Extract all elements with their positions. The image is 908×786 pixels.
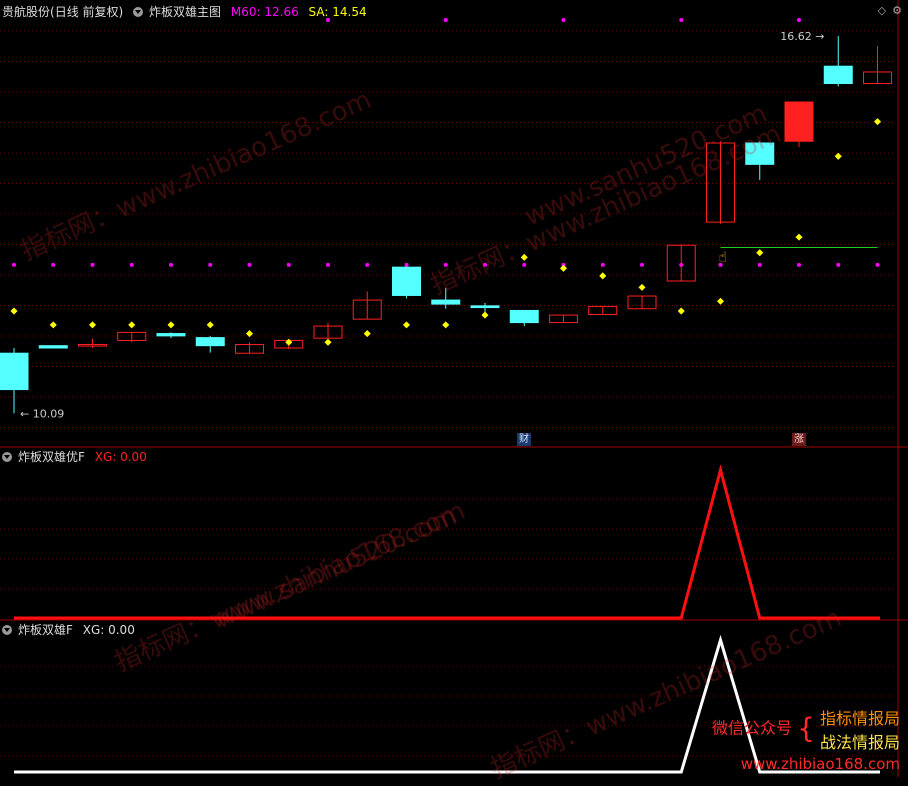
sub2-indicator-name[interactable]: 炸板双雄F [18,623,73,637]
m60-dot [836,262,841,267]
period-label: (日线 前复权) [50,5,124,19]
sa-dot [599,272,607,280]
candle [392,266,421,296]
sa-dot [88,321,97,329]
m60-dot [797,262,801,267]
m60-dot [247,262,252,267]
m60-dot [757,262,762,267]
sa-dot [834,152,842,160]
brand-row: 微信公众号 { 指标情报局 战法情报局 [712,705,900,753]
sub-panel-1-header: 炸板双雄优F XG: 0.00 [2,449,153,465]
m60-dot [286,262,291,267]
brand-line-2: 战法情报局 [819,733,900,752]
m60-dot [129,262,134,267]
m60-dot [600,262,605,267]
main-indicator-name[interactable]: 炸板双雄主图 [149,5,221,19]
sub2-xg-value: XG: 0.00 [82,623,135,637]
sa-dot [638,283,646,291]
sa-dot [559,264,568,272]
brand-block: 微信公众号 { 指标情报局 战法情报局 www.zhibiao168.com [712,705,900,773]
dropdown-icon[interactable] [2,452,12,462]
candle [0,352,29,391]
sub-panel-2-header: 炸板双雄F XG: 0.00 [2,622,141,638]
candle [784,101,814,142]
m60-dot [640,262,644,267]
xg-line-1 [14,464,880,620]
hand-cursor-icon: ☝ [719,250,728,266]
high-price-label: 16.62 → [780,30,824,43]
sa-dot [795,233,803,241]
gear-icon[interactable]: ⚙ [892,4,902,17]
diamond-icon[interactable]: ◇ [878,4,886,17]
brand-url: www.zhibiao168.com [740,755,900,773]
window-icons: ◇ ⚙ [872,4,902,17]
m60-dot [404,262,409,267]
dropdown-icon[interactable] [2,625,12,635]
m60-dot [365,262,370,267]
m60-value: M60: 12.66 [230,5,299,19]
candle [195,337,225,347]
brand-line-1: 指标情报局 [819,709,900,728]
sa-dot [716,297,725,305]
m60-dot [561,18,566,22]
candle [509,309,539,324]
m60-dot [51,262,56,267]
sa-dot [481,311,489,319]
stock-name: 贵航股份 [2,5,51,19]
sa-dot [49,321,57,329]
candle [156,333,186,337]
low-price-label: ← 10.09 [20,407,64,420]
sub1-xg-value: XG: 0.00 [94,450,147,464]
m60-dot [208,262,213,267]
sa-dot [873,118,882,126]
brace-glyph: { [797,711,815,745]
sa-dot [442,321,450,329]
candle [823,65,853,85]
sa-dot [128,321,136,329]
brand-lines: 指标情报局 战法情报局 [820,705,900,753]
candle [38,345,68,349]
dropdown-icon[interactable] [133,7,144,17]
m60-dot [169,262,173,267]
wechat-label: 微信公众号 [711,718,792,738]
main-panel-header: 贵航股份(日线 前复权) 炸板双雄主图 M60: 12.66 SA: 14.54 [2,4,373,20]
m60-dot [326,262,330,267]
sa-dot [206,321,214,329]
sa-dot [10,307,18,315]
candle [431,299,461,305]
candle [470,305,500,309]
m60-dot [797,18,801,22]
sa-dot [402,321,411,329]
m60-dot [679,18,684,22]
sa-dot [285,338,293,346]
sub1-indicator-name[interactable]: 炸板双雄优F [18,450,85,464]
sa-dot [756,249,764,257]
m60-dot [12,262,16,267]
m60-dot [875,262,880,267]
sa-dot [167,321,175,329]
limit-up-badge[interactable]: 涨 [792,433,806,446]
sa-dot [245,330,254,338]
sa-value: SA: 14.54 [308,5,367,19]
m60-dot [90,262,95,267]
finance-badge[interactable]: 财 [517,433,531,446]
sa-dot [324,338,332,346]
m60-dot [443,18,448,22]
sa-dot [677,307,685,315]
